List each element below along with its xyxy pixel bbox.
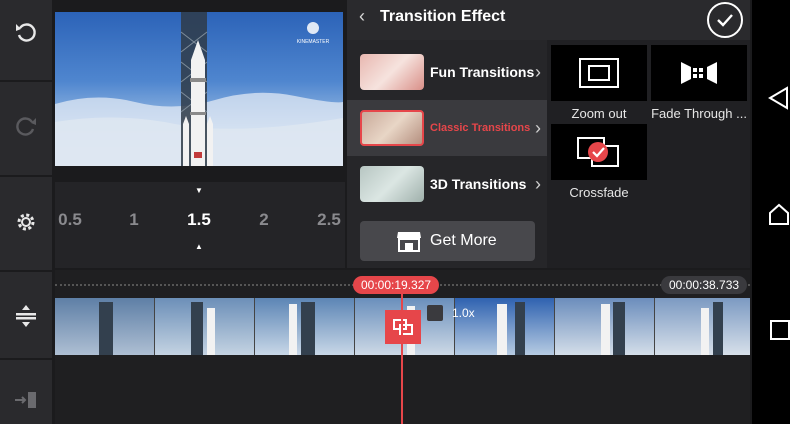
redo-button[interactable]: [0, 100, 52, 152]
effect-grid: Zoom out Fade Through ... Crossfade: [548, 40, 750, 268]
effect-label: Zoom out: [571, 106, 627, 121]
category-thumbnail: [360, 110, 424, 146]
effect-thumbnail: [551, 45, 647, 101]
total-time: 00:00:38.733: [661, 276, 748, 294]
clip-frame: [155, 298, 255, 355]
back-icon[interactable]: [767, 86, 789, 110]
category-label: 3D Transitions: [430, 176, 527, 192]
speed-ruler[interactable]: ▼ 0.5 1 1.5 2 2.5 ▲: [55, 182, 345, 268]
android-nav-bar: [752, 0, 790, 424]
chevron-right-icon: ›: [535, 61, 541, 82]
effect-thumbnail: [651, 45, 747, 101]
back-chevron-icon[interactable]: ‹: [359, 6, 365, 27]
checkmark-icon: [717, 14, 733, 27]
effect-thumbnail: [551, 124, 647, 180]
redo-icon: [16, 117, 36, 136]
playhead-time: 00:00:19.327: [353, 276, 440, 294]
crossfade-icon: [577, 137, 619, 167]
home-icon[interactable]: [767, 202, 790, 226]
panel-title: Transition Effect: [380, 8, 506, 25]
clip-speed: 1.0x: [452, 306, 475, 320]
track-height-button[interactable]: [0, 290, 52, 342]
store-icon: [397, 232, 421, 252]
category-thumbnail: [360, 166, 424, 202]
effect-label: Crossfade: [569, 185, 629, 200]
ruler-tick: 1: [129, 210, 139, 229]
transition-marker[interactable]: [385, 310, 421, 344]
category-label: Fun Transitions: [430, 64, 535, 80]
clip-type-icon: [427, 305, 443, 321]
timeline[interactable]: 00:00:19.327 00:00:38.733 1.0x: [55, 270, 750, 424]
effect-label: Fade Through ...: [651, 106, 747, 121]
panel-header: ‹ Transition Effect: [347, 0, 750, 40]
category-3d-transitions[interactable]: 3D Transitions ›: [347, 156, 547, 212]
category-label: Classic Transitions: [430, 122, 531, 134]
zoom-out-icon: [579, 58, 619, 88]
ruler-tick: 2: [259, 210, 269, 229]
gear-icon: [17, 213, 35, 231]
rocket-image: KINEMASTER: [55, 12, 343, 166]
chevron-right-icon: ›: [535, 117, 541, 138]
category-fun-transitions[interactable]: Fun Transitions ›: [347, 44, 547, 100]
undo-icon: [16, 23, 36, 42]
recents-icon[interactable]: [769, 319, 790, 341]
get-more-label: Get More: [430, 232, 497, 249]
ruler-marker-bottom-icon: ▲: [195, 242, 203, 251]
left-toolbar: [0, 0, 52, 424]
clip-frame: [655, 298, 750, 355]
chevron-right-icon: ›: [535, 173, 541, 194]
clip-frame: [255, 298, 355, 355]
jump-end-icon: [15, 392, 36, 408]
ruler-tick: 0.5: [58, 210, 82, 229]
clip-frame: [55, 298, 155, 355]
category-classic-transitions[interactable]: Classic Transitions ›: [347, 100, 547, 156]
settings-button[interactable]: [0, 196, 52, 248]
playhead-line[interactable]: [401, 286, 403, 424]
category-thumbnail: [360, 54, 424, 90]
undo-button[interactable]: [0, 6, 52, 58]
jump-to-end-button[interactable]: [0, 376, 52, 424]
ruler-marker-top-icon: ▼: [195, 186, 203, 195]
clip-frame: [555, 298, 655, 355]
confirm-button[interactable]: [707, 2, 743, 38]
effect-crossfade[interactable]: Crossfade: [551, 124, 647, 200]
watermark-text: KINEMASTER: [297, 39, 330, 45]
get-more-button[interactable]: Get More: [360, 221, 535, 261]
transition-icon: [393, 319, 413, 335]
fade-through-icon: [681, 62, 717, 84]
ruler-tick-active: 1.5: [187, 210, 211, 229]
effect-zoom-out[interactable]: Zoom out: [551, 45, 647, 121]
track-adjust-icon: [16, 305, 36, 327]
video-preview[interactable]: KINEMASTER: [55, 12, 343, 166]
ruler-tick: 2.5: [317, 210, 341, 229]
transition-panel: ‹ Transition Effect Fun Transitions › Cl…: [347, 0, 750, 268]
effect-fade-through[interactable]: Fade Through ...: [651, 45, 747, 121]
